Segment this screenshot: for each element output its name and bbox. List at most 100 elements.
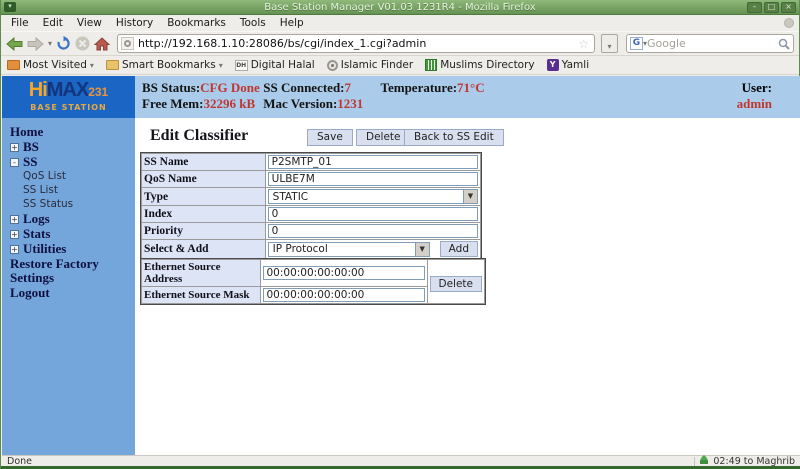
menu-tools[interactable]: Tools — [233, 16, 273, 30]
expand-icon[interactable]: + — [10, 245, 19, 254]
type-label: Type — [142, 188, 266, 206]
menu-help[interactable]: Help — [273, 16, 311, 30]
history-dropdown-icon[interactable]: ▾ — [48, 39, 52, 48]
ethernet-source-address-label: Ethernet Source Address — [142, 260, 261, 287]
close-button[interactable]: × — [781, 2, 796, 13]
ethernet-table: Ethernet Source Address Delete Ethernet … — [141, 259, 485, 304]
ethernet-source-mask-input[interactable] — [263, 288, 425, 302]
menu-view[interactable]: View — [70, 16, 109, 30]
status-panel: BS Status:CFG Done SS Connected:7 Temper… — [135, 76, 800, 118]
status-text: Done — [7, 456, 32, 467]
sidebar-item-ss[interactable]: -SS — [2, 155, 135, 170]
sidebar-item-utilities[interactable]: +Utilities — [2, 242, 135, 257]
bookmark-islamic-finder[interactable]: Islamic Finder — [327, 59, 413, 71]
delete-button[interactable]: Delete — [356, 129, 411, 146]
menu-bookmarks[interactable]: Bookmarks — [160, 16, 233, 30]
sidebar-item-home[interactable]: Home — [2, 125, 135, 140]
ss-connected: SS Connected:7 — [263, 80, 377, 96]
menu-history[interactable]: History — [109, 16, 160, 30]
qos-name-label: QoS Name — [142, 171, 266, 188]
sidebar-item-ss-status[interactable]: SS Status — [2, 198, 135, 212]
type-select-value: STATIC — [273, 191, 308, 203]
sidebar-item-restore-factory-settings[interactable]: Restore Factory Settings — [2, 257, 135, 286]
search-bar[interactable]: G ▾ — [626, 34, 794, 53]
ss-name-label: SS Name — [142, 154, 266, 171]
table-row: Priority — [142, 223, 481, 240]
expand-icon[interactable]: + — [10, 143, 19, 152]
table-row: Select & Add IP Protocol ▼ Add — [142, 240, 481, 259]
browser-window: ▾ Base Station Manager V01.03 1231R4 - M… — [0, 0, 800, 469]
minimize-button[interactable]: – — [747, 2, 762, 13]
bookmark-smart-bookmarks[interactable]: Smart Bookmarks ▾ — [106, 59, 223, 71]
forward-icon[interactable] — [27, 37, 44, 51]
globe-icon — [327, 60, 338, 71]
table-row: Index — [142, 206, 481, 223]
table-row: Ethernet Source Address Delete — [142, 260, 485, 287]
priority-input[interactable] — [268, 224, 478, 238]
bookmark-star-icon[interactable]: ☆ — [578, 37, 589, 51]
select-add-select[interactable]: IP Protocol ▼ — [268, 242, 430, 257]
index-input[interactable] — [268, 207, 478, 221]
ss-name-input[interactable] — [268, 155, 478, 169]
bs-status: BS Status:CFG Done — [142, 80, 260, 96]
back-icon[interactable] — [6, 37, 23, 51]
select-add-select-value: IP Protocol — [273, 243, 328, 255]
user-panel: User: admin — [737, 80, 772, 112]
back-to-ss-edit-button[interactable]: Back to SS Edit — [404, 129, 504, 146]
home-icon[interactable] — [94, 37, 110, 51]
collapse-icon[interactable]: - — [10, 158, 19, 167]
bookmark-most-visited[interactable]: Most Visited ▾ — [7, 59, 94, 71]
url-dropdown-button[interactable]: ▾ — [601, 34, 618, 53]
bookmark-label: Smart Bookmarks — [122, 59, 216, 71]
search-input[interactable] — [647, 37, 778, 50]
sidebar-item-stats[interactable]: +Stats — [2, 227, 135, 242]
stop-icon[interactable] — [75, 36, 90, 51]
qos-name-input[interactable] — [268, 172, 478, 186]
temperature: Temperature:71°C — [381, 80, 485, 96]
expand-icon[interactable]: + — [10, 230, 19, 239]
separator — [694, 457, 695, 466]
add-button[interactable]: Add — [440, 241, 478, 257]
sidebar-item-logs[interactable]: +Logs — [2, 212, 135, 227]
maximize-button[interactable]: □ — [764, 2, 779, 13]
sidebar-nav: Home +BS -SS QoS List SS List SS Status … — [2, 118, 135, 455]
table-row: QoS Name — [142, 171, 481, 188]
url-input[interactable] — [138, 37, 578, 50]
page-viewport: HiMAX231 BASE STATION BS Status:CFG Done… — [2, 76, 800, 455]
menu-bar: File Edit View History Bookmarks Tools H… — [1, 15, 799, 31]
throbber-icon — [784, 18, 794, 28]
bookmark-muslims-directory[interactable]: Muslims Directory — [425, 59, 534, 71]
yamli-icon: Y — [547, 59, 559, 71]
bookmark-label: Digital Halal — [251, 59, 315, 71]
status-bar: Done 02:49 to Maghrib — [2, 455, 800, 466]
sidebar-item-logout[interactable]: Logout — [2, 286, 135, 301]
site-favicon — [121, 37, 134, 50]
window-title: Base Station Manager V01.03 1231R4 - Moz… — [1, 2, 799, 13]
menu-edit[interactable]: Edit — [36, 16, 70, 30]
digital-halal-icon: DH — [235, 60, 248, 71]
chevron-down-icon: ▾ — [219, 61, 223, 70]
bookmark-digital-halal[interactable]: DH Digital Halal — [235, 59, 315, 71]
muslims-directory-icon — [425, 59, 437, 71]
ethernet-source-mask-label: Ethernet Source Mask — [142, 287, 261, 304]
expand-icon[interactable]: + — [10, 215, 19, 224]
user-value: admin — [737, 96, 772, 112]
table-row: SS Name — [142, 154, 481, 171]
ethernet-delete-button[interactable]: Delete — [430, 276, 483, 292]
search-magnifier-icon[interactable] — [778, 38, 790, 50]
save-button[interactable]: Save — [307, 129, 353, 146]
title-bar: ▾ Base Station Manager V01.03 1231R4 - M… — [1, 0, 799, 15]
menu-file[interactable]: File — [4, 16, 36, 30]
sidebar-item-ss-list[interactable]: SS List — [2, 184, 135, 198]
bookmark-yamli[interactable]: Y Yamli — [547, 59, 589, 71]
bookmarks-toolbar: Most Visited ▾ Smart Bookmarks ▾ DH Digi… — [1, 56, 799, 75]
ethernet-source-address-input[interactable] — [263, 266, 425, 280]
classifier-form-table: SS Name QoS Name Type STATIC ▼ — [141, 153, 481, 259]
mac-version: Mac Version:1231 — [263, 96, 377, 112]
reload-icon[interactable] — [56, 36, 71, 51]
type-select[interactable]: STATIC ▼ — [268, 189, 478, 204]
sidebar-item-qos-list[interactable]: QoS List — [2, 170, 135, 184]
sidebar-item-bs[interactable]: +BS — [2, 140, 135, 155]
address-bar[interactable]: ☆ — [117, 34, 595, 53]
table-row: Type STATIC ▼ — [142, 188, 481, 206]
